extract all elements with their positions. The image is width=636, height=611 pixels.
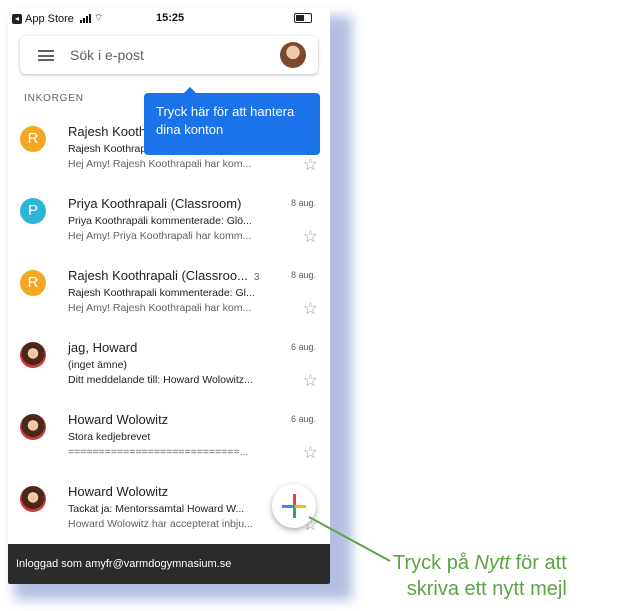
signed-in-bar: Inloggad som amyfr@varmdogymnasium.se	[8, 544, 330, 584]
status-time: 15:25	[156, 12, 185, 24]
search-input[interactable]: Sök i e-post	[70, 47, 144, 63]
status-left: ◂ App Store ⌔	[12, 12, 103, 25]
annotation-emphasis: Nytt	[474, 552, 511, 574]
annotation-suffix: för att	[510, 552, 567, 574]
back-to-app-icon[interactable]: ◂	[12, 13, 22, 24]
search-bar[interactable]: Sök i e-post	[20, 36, 318, 74]
sender-name: Rajesh Koothrapali (Classroo... 3	[68, 268, 259, 283]
email-snippet: Hej Amy! Rajesh Koothrapali har kom...	[68, 158, 252, 170]
compose-button[interactable]	[272, 484, 316, 528]
sender-avatar: R	[20, 126, 46, 152]
annotation-prefix: Tryck på	[393, 552, 475, 574]
sender-name-text: Rajesh Koothrapali (Classroo...	[68, 268, 248, 283]
sender-name: Howard Wolowitz	[68, 484, 169, 499]
sender-avatar: P	[20, 198, 46, 224]
star-icon[interactable]: ☆	[303, 228, 318, 245]
sender-name: Priya Koothrapali (Classroom)	[68, 196, 242, 211]
signal-icon	[79, 14, 91, 23]
email-row[interactable]: P Priya Koothrapali (Classroom) 8 aug. P…	[8, 190, 330, 262]
sender-photo-avatar	[20, 414, 46, 440]
email-date: 8 aug.	[290, 270, 316, 280]
battery-icon	[294, 13, 312, 23]
email-snippet: Howard Wolowitz har accepterat inbju...	[68, 518, 253, 530]
email-subject: (inget ämne)	[68, 359, 127, 371]
account-avatar[interactable]	[280, 42, 306, 68]
status-bar: ◂ App Store ⌔ 15:25	[8, 8, 330, 28]
star-icon[interactable]: ☆	[303, 372, 318, 389]
sender-avatar: R	[20, 270, 46, 296]
star-icon[interactable]: ☆	[303, 444, 318, 461]
email-date: 6 aug.	[290, 414, 316, 424]
annotation-callout: Tryck på Nytt för att skriva ett nytt me…	[393, 550, 567, 602]
email-snippet: Hej Amy! Priya Koothrapali har komm...	[68, 230, 252, 242]
sender-name: jag, Howard	[68, 340, 138, 355]
email-subject: Tackat ja: Mentorssamtal Howard W...	[68, 503, 245, 515]
email-snippet: Hej Amy! Rajesh Koothrapali har kom...	[68, 302, 252, 314]
account-tooltip[interactable]: Tryck här för att hantera dina konton	[144, 87, 320, 155]
sender-photo-avatar	[20, 486, 46, 512]
sender-name: Howard Wolowitz	[68, 412, 169, 427]
thread-count: 3	[253, 272, 260, 283]
annotation-line2: skriva ett nytt mejl	[406, 578, 567, 600]
email-snippet: ============================...	[68, 446, 249, 458]
wifi-icon: ⌔	[93, 13, 104, 24]
star-icon[interactable]: ☆	[303, 300, 318, 317]
menu-icon[interactable]	[38, 50, 54, 61]
email-row[interactable]: Howard Wolowitz 6 aug. Stora kedjebrevet…	[8, 406, 330, 478]
email-row[interactable]: jag, Howard 6 aug. (inget ämne) Ditt med…	[8, 334, 330, 406]
email-subject: Stora kedjebrevet	[68, 431, 151, 443]
email-date: 6 aug.	[290, 342, 316, 352]
sender-photo-avatar	[20, 342, 46, 368]
email-date: 8 aug.	[290, 198, 316, 208]
carrier-label[interactable]: App Store	[25, 13, 74, 25]
star-icon[interactable]: ☆	[303, 156, 318, 173]
email-row[interactable]: R Rajesh Koothrapali (Classroo... 3 8 aug…	[8, 262, 330, 334]
email-subject: Rajesh Koothrapali kommenterade: Gl...	[68, 287, 255, 299]
inbox-label: INKORGEN	[24, 93, 84, 104]
phone-screen: ◂ App Store ⌔ 15:25 Sök i e-post INKORGE…	[8, 8, 330, 584]
email-snippet: Ditt meddelande till: Howard Wolowitz...	[68, 374, 253, 386]
email-subject: Priya Koothrapali kommenterade: Glö...	[68, 215, 252, 227]
